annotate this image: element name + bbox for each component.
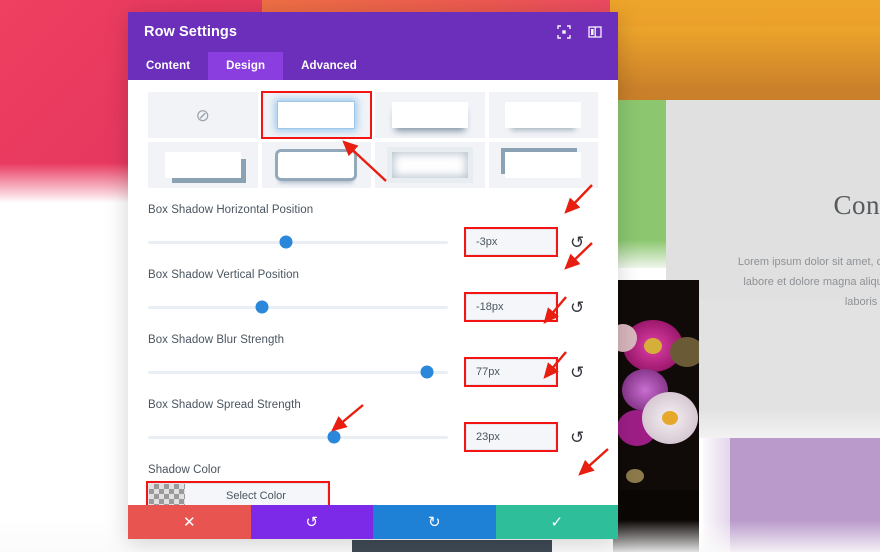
undo-button[interactable]: ↺ <box>250 505 373 539</box>
preset-shadow-7[interactable] <box>488 142 598 188</box>
preset-shadow-5[interactable] <box>261 142 371 188</box>
slider-vertical-position[interactable] <box>148 300 448 314</box>
slider-blur-strength[interactable] <box>148 365 448 379</box>
slider-thumb[interactable] <box>420 365 434 379</box>
preset-swatch <box>164 152 241 178</box>
reset-icon[interactable]: ↺ <box>570 429 584 446</box>
preset-shadow-6[interactable] <box>375 142 485 188</box>
background-heading: Con <box>833 190 880 220</box>
background-orange-fade <box>610 27 880 102</box>
slider-thumb[interactable] <box>327 430 341 444</box>
control-label: Shadow Color <box>148 464 221 476</box>
redo-button[interactable]: ↻ <box>373 505 496 539</box>
control-vertical-position: Box Shadow Vertical Position -18px ↺ <box>148 269 598 322</box>
slider-thumb[interactable] <box>255 300 269 314</box>
preset-swatch <box>505 102 582 128</box>
select-color-label: Select Color <box>226 490 286 502</box>
control-shadow-color: Shadow Color Select Color <box>146 464 598 505</box>
fullscreen-icon[interactable] <box>556 25 571 40</box>
preset-shadow-2[interactable] <box>375 92 485 138</box>
control-horizontal-position: Box Shadow Horizontal Position -3px ↺ <box>148 204 598 257</box>
modal-tabs: Content Design Advanced <box>128 52 618 80</box>
reset-icon[interactable]: ↺ <box>570 364 584 381</box>
input-spread-strength[interactable]: 23px <box>464 422 558 452</box>
preset-shadow-4[interactable] <box>148 142 258 188</box>
preset-swatch <box>278 152 355 178</box>
save-button[interactable]: ✓ <box>495 505 618 539</box>
background-paragraph-line: Lorem ipsum dolor sit amet, conse <box>737 256 880 268</box>
color-swatch-transparent <box>149 484 185 505</box>
split-view-icon[interactable] <box>587 25 602 40</box>
control-blur-strength: Box Shadow Blur Strength 77px ↺ <box>148 334 598 387</box>
background-green-fade <box>613 240 666 268</box>
background-flower-photo <box>613 280 699 552</box>
slider-thumb[interactable] <box>279 235 293 249</box>
background-green-block <box>613 100 666 253</box>
input-vertical-position[interactable]: -18px <box>464 292 558 322</box>
input-horizontal-position[interactable]: -3px <box>464 227 558 257</box>
preset-shadow-3[interactable] <box>488 92 598 138</box>
tab-content[interactable]: Content <box>128 52 208 80</box>
slider-spread-strength[interactable] <box>148 430 448 444</box>
modal-header-actions <box>556 25 602 40</box>
preset-swatch <box>278 102 355 128</box>
input-blur-strength[interactable]: 77px <box>464 357 558 387</box>
preset-shadow-1[interactable] <box>260 91 372 139</box>
reset-icon[interactable]: ↺ <box>570 299 584 316</box>
control-label: Box Shadow Horizontal Position <box>148 204 314 216</box>
reset-icon[interactable]: ↺ <box>570 234 584 251</box>
preset-no-shadow[interactable]: ⊘ <box>148 92 258 138</box>
slider-horizontal-position[interactable] <box>148 235 448 249</box>
select-color-button[interactable]: Select Color <box>146 481 330 505</box>
control-label: Box Shadow Vertical Position <box>148 269 299 281</box>
no-shadow-icon: ⊘ <box>195 105 210 125</box>
control-label: Box Shadow Blur Strength <box>148 334 285 346</box>
tab-advanced[interactable]: Advanced <box>283 52 375 80</box>
cancel-button[interactable]: ✕ <box>128 505 251 539</box>
control-label: Box Shadow Spread Strength <box>148 399 301 411</box>
modal-footer: ✕ ↺ ↻ ✓ <box>128 505 618 539</box>
modal-body: ⊘ Box Shadow Horizontal Position -3px ↺ … <box>128 80 618 505</box>
tab-design[interactable]: Design <box>208 52 284 80</box>
modal-header: Row Settings <box>128 12 618 52</box>
row-settings-modal: Row Settings Content Design Advanced ⊘ B… <box>128 12 618 539</box>
preset-swatch <box>391 152 468 178</box>
preset-swatch <box>505 152 582 178</box>
control-spread-strength: Box Shadow Spread Strength 23px ↺ <box>148 399 598 452</box>
preset-swatch <box>391 102 468 128</box>
box-shadow-preset-grid: ⊘ <box>148 91 598 188</box>
background-bottom-dark-card <box>352 540 552 552</box>
page-title: Row Settings <box>144 24 238 40</box>
